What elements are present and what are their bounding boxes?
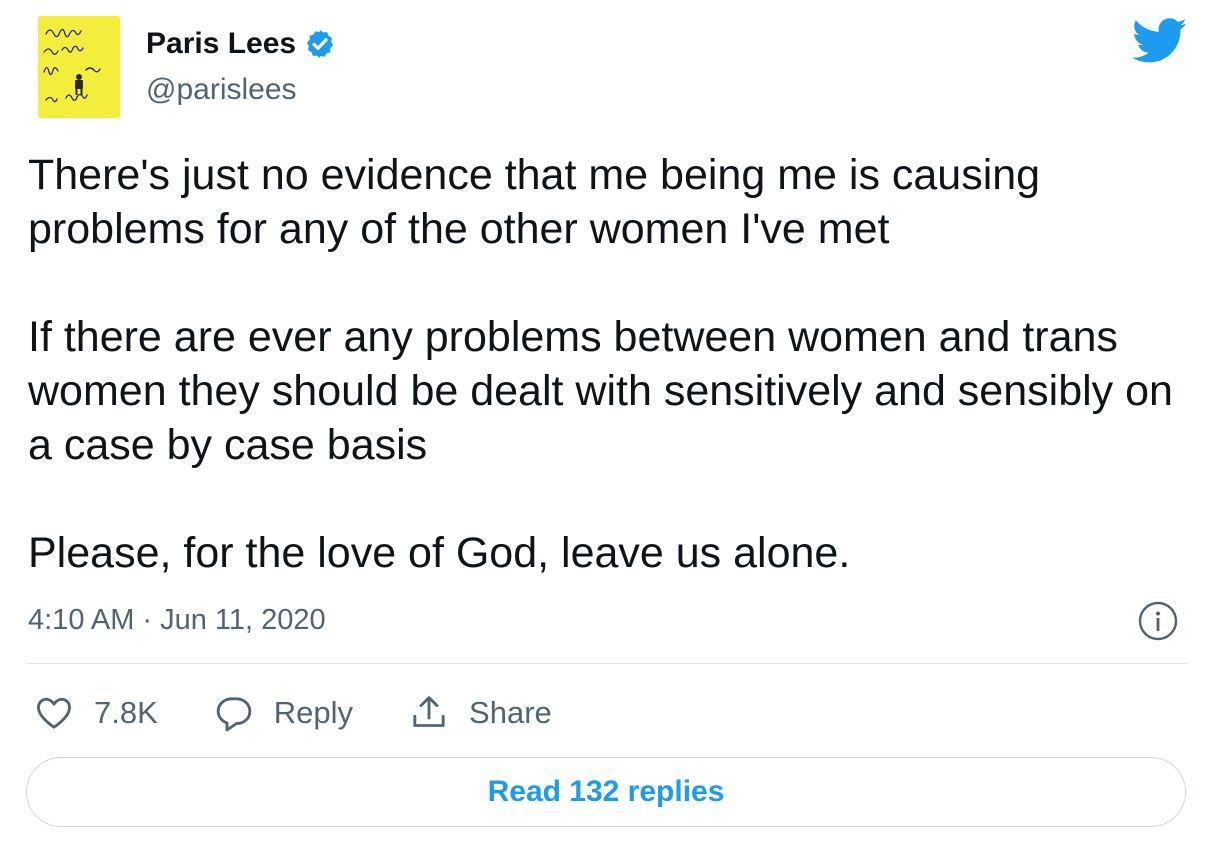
tweet-paragraph: Please, for the love of God, leave us al… bbox=[28, 529, 851, 577]
tweet-timestamp[interactable]: 4:10 AM · Jun 11, 2020 bbox=[28, 600, 326, 640]
reply-label: Reply bbox=[273, 695, 354, 730]
divider bbox=[26, 663, 1188, 664]
share-upload-icon bbox=[413, 696, 445, 727]
like-button[interactable]: 7.8K bbox=[34, 693, 158, 733]
tweet-paragraph: There's just no evidence that me being m… bbox=[28, 151, 1041, 253]
read-replies-button[interactable]: Read 132 replies bbox=[26, 757, 1186, 827]
like-count: 7.8K bbox=[94, 695, 158, 730]
tweet-date: Jun 11, 2020 bbox=[160, 604, 326, 636]
tweet-time: 4:10 AM bbox=[28, 604, 135, 636]
speech-bubble-icon bbox=[216, 697, 252, 732]
share-label: Share bbox=[469, 695, 552, 730]
heart-icon bbox=[37, 697, 71, 729]
info-icon[interactable] bbox=[1137, 600, 1179, 642]
avatar[interactable] bbox=[38, 16, 120, 118]
author-name-row: Paris Lees bbox=[146, 26, 336, 62]
reply-button[interactable]: Reply bbox=[214, 693, 353, 733]
tweet-paragraph: If there are ever any problems between w… bbox=[28, 313, 1173, 469]
twitter-bird-icon[interactable] bbox=[1132, 18, 1188, 64]
timestamp-separator: · bbox=[142, 604, 153, 636]
author-name[interactable]: Paris Lees bbox=[146, 26, 296, 62]
share-button[interactable]: Share bbox=[409, 693, 552, 733]
tweet-text: There's just no evidence that me being m… bbox=[28, 148, 1188, 580]
tweet-card: Paris Lees @parislees There's just no ev… bbox=[0, 0, 1208, 850]
author-handle[interactable]: @parislees bbox=[146, 72, 297, 108]
avatar-image bbox=[38, 16, 120, 118]
verified-badge-icon bbox=[307, 30, 334, 58]
action-bar: 7.8K Reply Share bbox=[34, 688, 608, 738]
